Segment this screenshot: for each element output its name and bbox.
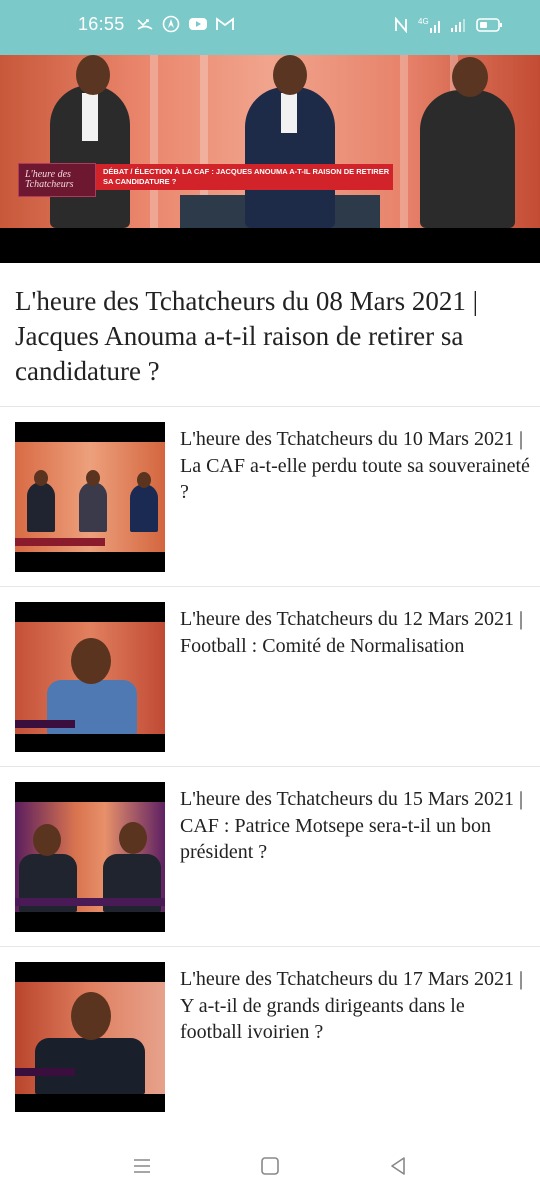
4g-signal-icon: 4G <box>418 16 440 34</box>
status-right-icons: 4G <box>394 16 504 34</box>
youtube-icon <box>188 16 208 32</box>
show-logo: L'heure des Tchatcheurs <box>18 163 96 197</box>
navigation-icon <box>162 15 180 33</box>
list-item[interactable]: L'heure des Tchatcheurs du 12 Mars 2021 … <box>0 586 540 766</box>
svg-text:4G: 4G <box>418 17 429 26</box>
video-thumbnail[interactable] <box>15 962 165 1112</box>
list-item-title: L'heure des Tchatcheurs du 17 Mars 2021 … <box>180 968 523 1043</box>
related-videos-list: L'heure des Tchatcheurs du 10 Mars 2021 … <box>0 406 540 1126</box>
video-title: L'heure des Tchatcheurs du 08 Mars 2021 … <box>15 286 479 386</box>
status-time: 16:55 <box>78 14 125 34</box>
back-icon[interactable] <box>386 1154 410 1178</box>
list-item[interactable]: L'heure des Tchatcheurs du 10 Mars 2021 … <box>0 406 540 586</box>
list-item-title: L'heure des Tchatcheurs du 15 Mars 2021 … <box>180 788 523 863</box>
system-nav-bar <box>0 1130 540 1200</box>
list-item[interactable]: L'heure des Tchatcheurs du 15 Mars 2021 … <box>0 766 540 946</box>
video-thumbnail[interactable] <box>15 782 165 932</box>
video-thumbnail[interactable] <box>15 422 165 572</box>
gmail-icon <box>216 17 234 31</box>
missed-call-icon <box>136 16 154 32</box>
video-frame <box>0 55 540 228</box>
nfc-icon <box>394 17 408 33</box>
menu-icon[interactable] <box>130 1154 154 1178</box>
home-icon[interactable] <box>258 1154 282 1178</box>
list-item[interactable]: L'heure des Tchatcheurs du 17 Mars 2021 … <box>0 946 540 1126</box>
status-bar: 16:55 4G <box>0 0 540 55</box>
video-player[interactable]: L'heure des Tchatcheurs DÉBAT / ÉLECTION… <box>0 55 540 263</box>
battery-icon <box>476 17 504 33</box>
topic-banner: DÉBAT / ÉLECTION À LA CAF : JACQUES ANOU… <box>96 164 393 190</box>
status-left-icons <box>136 15 234 33</box>
cell-signal-icon <box>450 17 466 33</box>
list-item-title: L'heure des Tchatcheurs du 10 Mars 2021 … <box>180 428 530 503</box>
list-item-title: L'heure des Tchatcheurs du 12 Mars 2021 … <box>180 608 523 657</box>
video-thumbnail[interactable] <box>15 602 165 752</box>
show-logo-text: L'heure des Tchatcheurs <box>25 169 74 190</box>
